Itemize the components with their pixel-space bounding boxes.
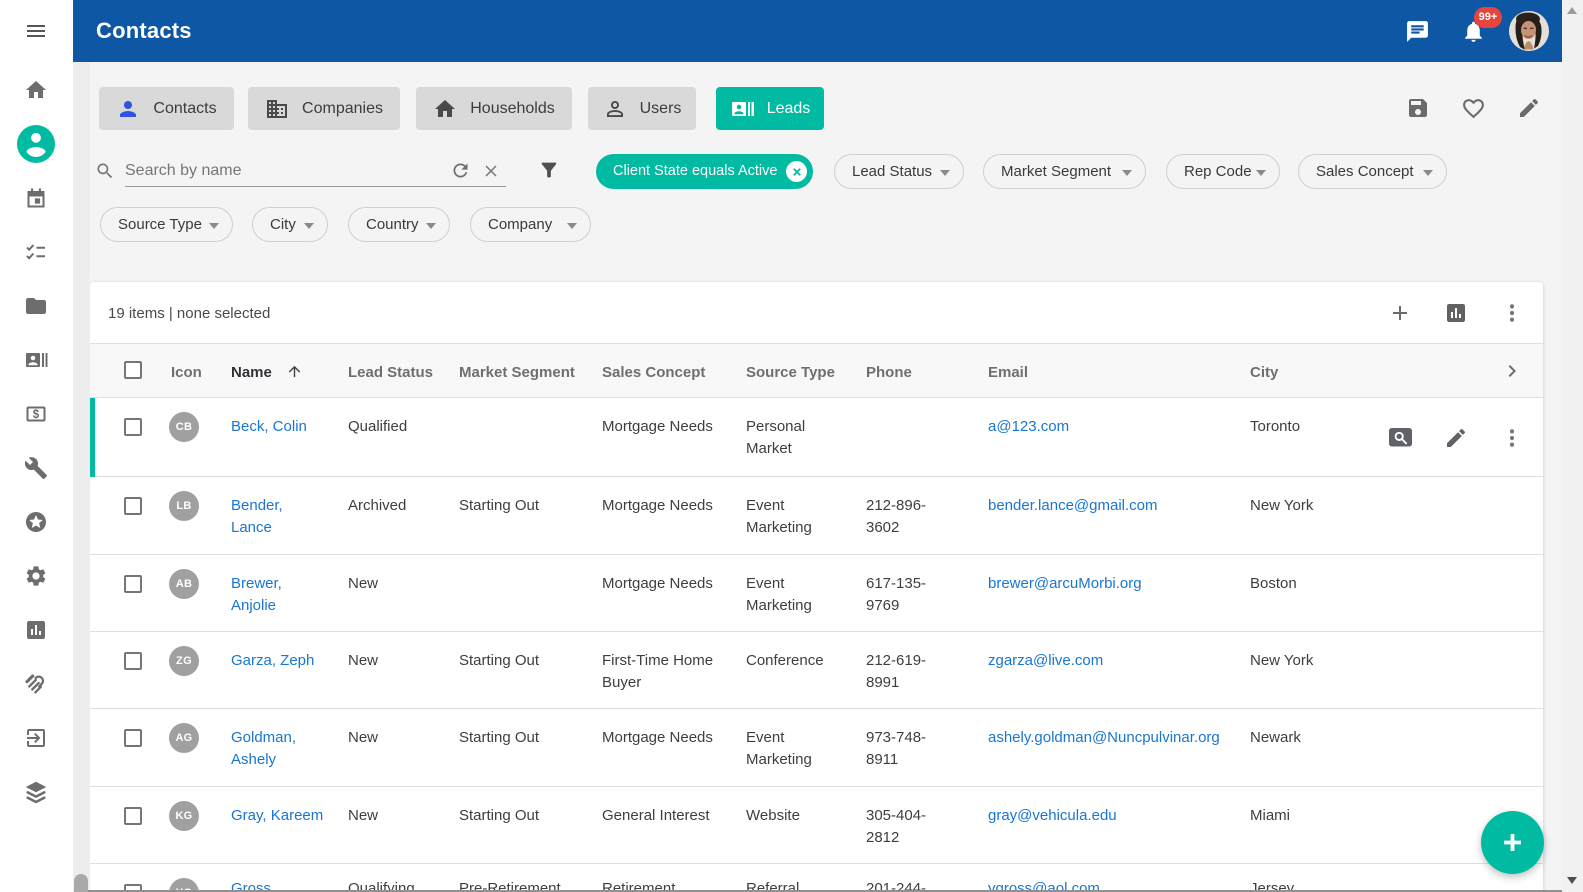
svg-text:$: $ xyxy=(33,409,40,421)
